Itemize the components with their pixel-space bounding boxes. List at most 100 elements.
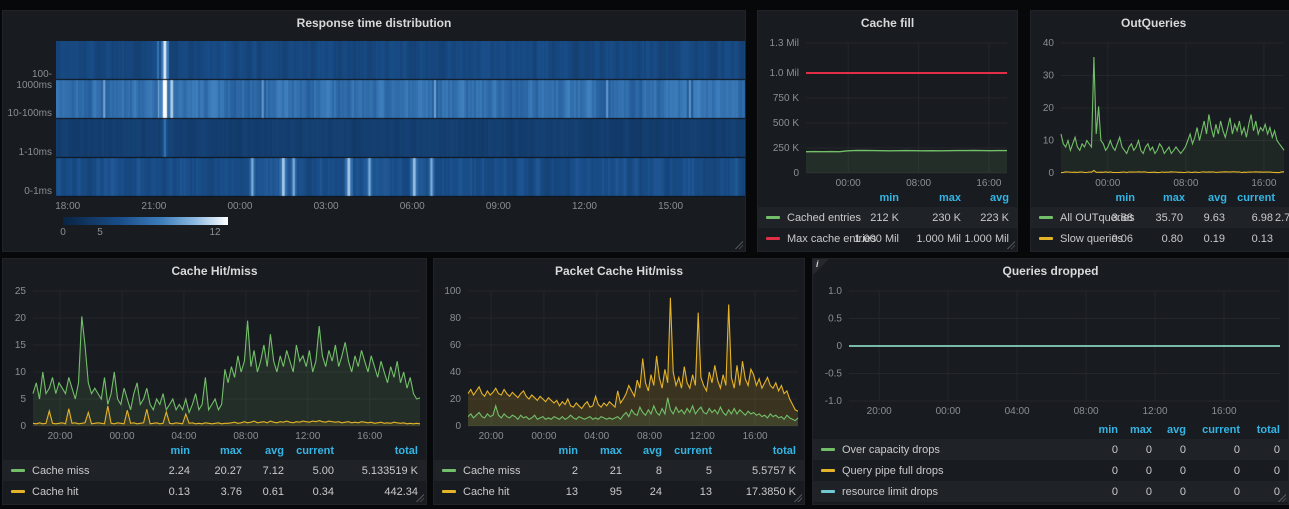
panel-outqueries[interactable]: OutQueries 40 30 20 10 0 00:00 08:00 16:00 min m… [1030, 10, 1289, 252]
legend-column-current[interactable]: current [1227, 192, 1275, 204]
legend-column-min[interactable]: min [1091, 192, 1135, 204]
svg-text:500 K: 500 K [773, 118, 799, 129]
color-scale-label: 0 [60, 227, 66, 238]
panel-cache-hit-miss[interactable]: Cache Hit/miss 25 20 15 10 5 0 20:00 00:00 04:00… [2, 258, 427, 505]
legend-column-min[interactable]: min [1084, 424, 1118, 436]
legend-value: 0 [1273, 464, 1280, 477]
svg-text:04:00: 04:00 [584, 431, 609, 442]
panel-cache-fill[interactable]: Cache fill 1.3 Mil 1.0 Mil 750 K 500 K 250 K… [757, 10, 1018, 252]
panel-title[interactable]: Response time distribution [3, 11, 745, 35]
x-axis-tick: 18:00 [55, 201, 81, 212]
panel-info-icon[interactable]: i [813, 259, 829, 275]
legend-value: 20.27 [214, 464, 242, 477]
panel-title[interactable]: Queries dropped [813, 259, 1288, 283]
legend-value: 7.12 [262, 464, 284, 477]
legend-series[interactable]: Query pipe full drops [821, 465, 1084, 477]
legend-value: 3.76 [220, 485, 242, 498]
packet-cache-hit-miss-plot[interactable]: 100 80 60 40 20 0 20:00 00:00 04:00 08:00 12:00 16:… [434, 283, 804, 442]
panel-queries-dropped[interactable]: i Queries dropped 1.0 0.5 0 -0.5 -1.0 20:00 00… [812, 258, 1289, 505]
legend-value: 0 [1145, 464, 1152, 477]
legend-column-max[interactable]: max [1118, 424, 1152, 436]
legend-column-max[interactable]: max [1135, 192, 1185, 204]
legend-column-max[interactable]: max [190, 445, 242, 457]
resize-handle[interactable] [1006, 240, 1015, 249]
legend-value: 35.70 [1155, 211, 1183, 224]
legend-header: min max avg current [1031, 189, 1289, 207]
svg-text:20:00: 20:00 [479, 431, 504, 442]
panel-title[interactable]: Cache fill [758, 11, 1017, 35]
legend-column-current[interactable]: current [284, 445, 334, 457]
legend-value: 8 [655, 464, 662, 477]
legend-value: 0 [1179, 464, 1186, 477]
panel-title[interactable]: Packet Cache Hit/miss [434, 259, 804, 283]
svg-text:16:00: 16:00 [976, 178, 1001, 189]
legend-row: Max cache entries 1.000 Mil 1.000 Mil 1.000… [758, 228, 1017, 249]
resize-handle[interactable] [734, 240, 743, 249]
legend-series[interactable]: Cache miss [11, 465, 142, 477]
cache-fill-legend: min max avg Cached entries 212 K 230 K 223 K Ma… [758, 189, 1017, 249]
heatmap-plot[interactable] [56, 41, 745, 197]
legend-column-total[interactable]: total [334, 445, 418, 457]
legend-value: 13 [565, 485, 578, 498]
legend-column-current[interactable]: current [1186, 424, 1240, 436]
legend-column-avg[interactable]: avg [242, 445, 284, 457]
legend-value: 212 K [870, 211, 899, 224]
svg-text:00:00: 00:00 [836, 178, 861, 189]
cache-fill-plot[interactable]: 1.3 Mil 1.0 Mil 750 K 500 K 250 K 0 00:00 08:00… [758, 35, 1017, 189]
resize-handle[interactable] [1277, 493, 1286, 502]
legend-series[interactable]: Cache hit [442, 486, 534, 498]
panel-packet-cache-hit-miss[interactable]: Packet Cache Hit/miss 100 80 60 40 20 0 20:00 0… [433, 258, 805, 505]
legend-value: 2 [571, 464, 578, 477]
legend-value: 0 [1179, 485, 1186, 498]
legend-column-max[interactable]: max [899, 192, 961, 204]
legend-series[interactable]: resource limit drops [821, 486, 1084, 498]
legend-value: 9.63 [1203, 211, 1225, 224]
legend-column-max[interactable]: max [578, 445, 622, 457]
legend-column-avg[interactable]: avg [622, 445, 662, 457]
legend-value: 0 [1111, 443, 1118, 456]
outqueries-plot[interactable]: 40 30 20 10 0 00:00 08:00 16:00 [1031, 35, 1289, 189]
legend-value: 5.133519 K [361, 464, 418, 477]
cache-hit-miss-plot[interactable]: 25 20 15 10 5 0 20:00 00:00 04:00 08:00 12:00 16:00 [3, 283, 426, 442]
legend-series[interactable]: Slow queries [1039, 233, 1123, 245]
legend-column-min[interactable]: min [142, 445, 190, 457]
legend-series[interactable]: All OUTqueries [1039, 212, 1135, 224]
legend-series[interactable]: Cache miss [442, 465, 534, 477]
legend-value: 0.80 [1161, 232, 1183, 245]
series-name: Cache hit [32, 485, 79, 498]
svg-text:250 K: 250 K [773, 143, 799, 154]
legend-value: 21 [609, 464, 622, 477]
series-color-swatch [1039, 237, 1053, 240]
panel-title[interactable]: Cache Hit/miss [3, 259, 426, 283]
resize-handle[interactable] [415, 493, 424, 502]
svg-text:20: 20 [450, 394, 462, 405]
legend-series[interactable]: Cached entries [766, 212, 861, 224]
x-axis-tick: 15:00 [658, 201, 684, 212]
queries-dropped-plot[interactable]: 1.0 0.5 0 -0.5 -1.0 20:00 00:00 04:00 08:00 12:00… [813, 283, 1288, 417]
svg-text:08:00: 08:00 [637, 431, 662, 442]
legend-series[interactable]: Cache hit [11, 486, 142, 498]
legend-value: 5 [705, 464, 712, 477]
legend-column-min[interactable]: min [837, 192, 899, 204]
resize-handle[interactable] [793, 493, 802, 502]
legend-series[interactable]: Over capacity drops [821, 444, 1084, 456]
heatmap-bucket-label: 0-1ms [24, 186, 52, 197]
legend-row: Over capacity drops 0 0 0 0 0 [813, 439, 1288, 460]
legend-value: 5.00 [312, 464, 334, 477]
legend-column-min[interactable]: min [534, 445, 578, 457]
legend-column-avg[interactable]: avg [1185, 192, 1227, 204]
legend-column-total[interactable]: total [712, 445, 796, 457]
legend-value: 13 [699, 485, 712, 498]
outqueries-legend: min max avg current All OUTqueries 3.88 35.70 9… [1031, 189, 1289, 249]
svg-text:0: 0 [793, 168, 799, 179]
svg-text:15: 15 [15, 340, 27, 351]
svg-text:10: 10 [15, 367, 27, 378]
legend-column-avg[interactable]: avg [961, 192, 1009, 204]
legend-series[interactable]: Max cache entries [766, 233, 876, 245]
panel-title[interactable]: OutQueries [1031, 11, 1289, 35]
legend-value: 2.24 [168, 464, 190, 477]
panel-response-time-distribution[interactable]: Response time distribution 100-1000ms 10-… [2, 10, 746, 252]
legend-column-avg[interactable]: avg [1152, 424, 1186, 436]
legend-column-current[interactable]: current [662, 445, 712, 457]
legend-column-total[interactable]: total [1240, 424, 1280, 436]
